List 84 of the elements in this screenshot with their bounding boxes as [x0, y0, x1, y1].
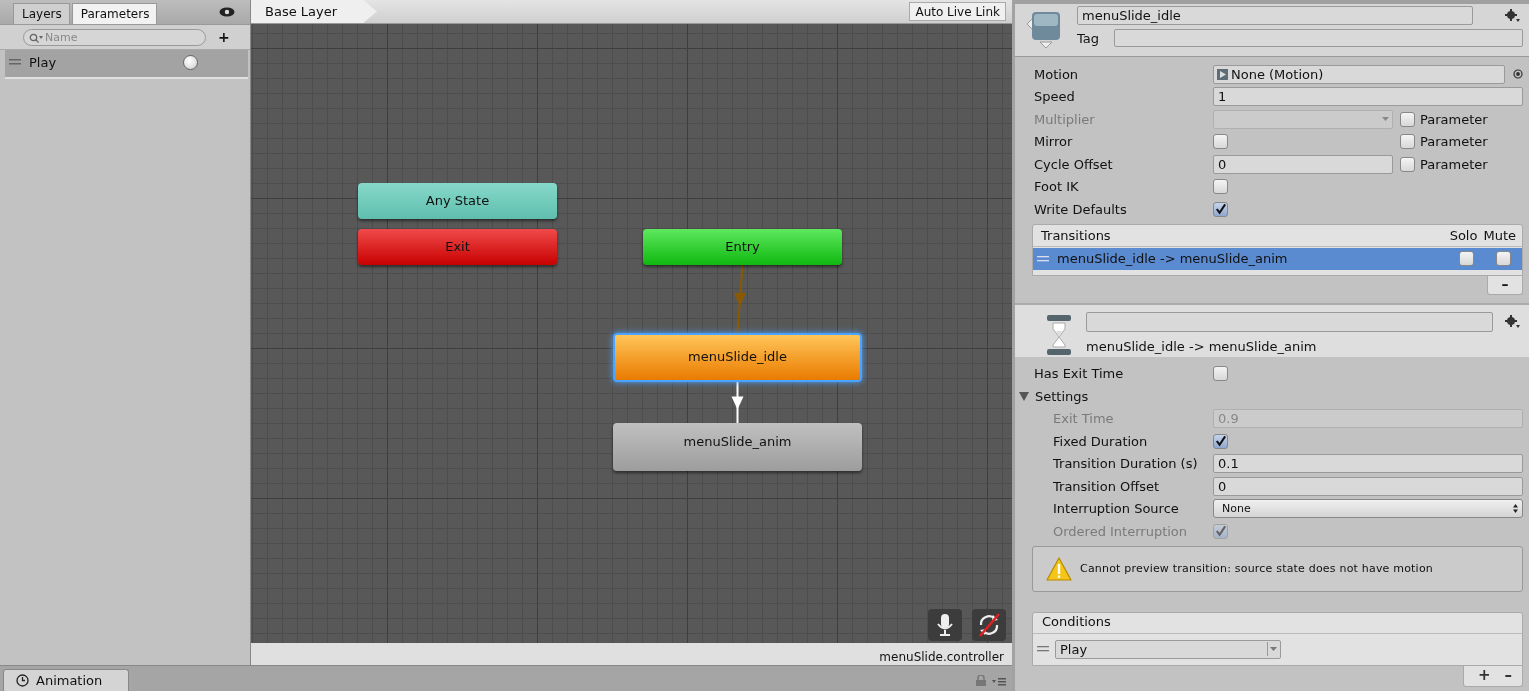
state-node[interactable]: menuSlide_anim — [613, 423, 862, 471]
drag-handle-icon[interactable] — [1037, 646, 1049, 652]
live-link-button[interactable]: Auto Live Link — [909, 2, 1006, 21]
property-label: Transition Duration (s) — [1052, 456, 1199, 472]
state-name-field[interactable]: menuSlide_idle — [1077, 6, 1473, 25]
column-header: Transitions — [1041, 227, 1111, 243]
column-header: Mute — [1483, 227, 1516, 243]
tab[interactable]: Layers — [13, 3, 70, 24]
transition-label: menuSlide_idle -> menuSlide_anim — [1057, 251, 1288, 266]
warning-icon — [1046, 556, 1072, 581]
checkbox[interactable] — [1213, 366, 1228, 382]
trigger-toggle[interactable] — [183, 54, 198, 70]
tab[interactable]: Parameters — [71, 3, 158, 24]
checkbox[interactable] — [1213, 201, 1228, 217]
checkbox-label: Parameter — [1420, 111, 1488, 127]
checkbox[interactable] — [1459, 251, 1474, 266]
object-field[interactable]: None (Motion) — [1213, 64, 1505, 84]
checkbox[interactable] — [1400, 156, 1415, 172]
tag-field[interactable] — [1114, 29, 1523, 47]
file-name: menuSlide.controller — [879, 650, 1004, 665]
lock-icon[interactable] — [976, 675, 986, 686]
property-label: Multiplier — [1034, 111, 1096, 127]
clock-icon — [16, 674, 29, 687]
drag-handle-icon[interactable] — [1037, 255, 1049, 262]
checkbox[interactable] — [1213, 433, 1228, 449]
property-label: Transition Offset — [1052, 478, 1161, 494]
state-node[interactable]: Exit — [358, 229, 557, 265]
settings-icon[interactable] — [1505, 314, 1521, 329]
dropdown[interactable]: Play — [1055, 639, 1281, 659]
property-label: Fixed Duration — [1052, 433, 1149, 449]
drag-handle-icon[interactable] — [9, 59, 21, 65]
settings-icon[interactable] — [1505, 8, 1521, 23]
checkbox[interactable] — [1400, 134, 1415, 150]
list-header: Conditions — [1033, 612, 1522, 634]
number-field[interactable]: 0 — [1213, 154, 1393, 174]
checkbox[interactable] — [1496, 251, 1511, 266]
eye-icon[interactable] — [219, 6, 235, 18]
checkbox-label: Parameter — [1420, 156, 1488, 172]
column-header: Solo — [1449, 227, 1478, 243]
foldout-arrow-icon[interactable] — [1019, 391, 1029, 401]
state-node[interactable]: Any State — [358, 183, 557, 219]
transition-title: menuSlide_idle -> menuSlide_anim — [1086, 338, 1318, 354]
property-label: Foot IK — [1034, 179, 1080, 195]
state-node[interactable]: menuSlide_idle — [613, 333, 862, 382]
transition-name-field[interactable] — [1086, 311, 1493, 332]
add-button[interactable]: + — [1477, 665, 1491, 686]
property-label: Exit Time — [1052, 411, 1115, 427]
sync-off-icon[interactable] — [972, 609, 1006, 641]
warning-message: Cannot preview transition: source state does not have motion — [1080, 562, 1433, 575]
transition-arrow[interactable] — [731, 381, 744, 424]
dropdown[interactable]: None — [1213, 499, 1523, 519]
breadcrumb[interactable]: Base Layer — [251, 0, 378, 23]
tag-label: Tag — [1077, 30, 1100, 46]
state-node[interactable]: Entry — [643, 229, 842, 265]
play-icon — [1217, 68, 1228, 80]
transition-arrow[interactable] — [734, 264, 746, 334]
checkbox[interactable] — [1213, 179, 1228, 195]
property-label: Mirror — [1034, 134, 1074, 150]
caret-icon — [1382, 117, 1389, 122]
checkbox[interactable] — [1213, 134, 1228, 150]
checkbox-label: Parameter — [1420, 134, 1488, 150]
property-label: Write Defaults — [1034, 201, 1128, 217]
property-label: Cycle Offset — [1034, 156, 1114, 172]
caret-icon — [1267, 642, 1280, 656]
add-button[interactable]: + — [218, 29, 230, 45]
search-icon[interactable] — [29, 32, 43, 43]
property-label: Motion — [1034, 66, 1080, 82]
property-label: Ordered Interruption — [1052, 523, 1189, 539]
animation-tab[interactable]: Animation — [3, 669, 129, 691]
microphone-icon[interactable] — [928, 609, 962, 641]
number-field[interactable]: 0 — [1213, 476, 1523, 496]
property-label: Interruption Source — [1052, 501, 1180, 517]
object-picker-icon[interactable] — [1513, 69, 1523, 80]
menu-icon[interactable] — [992, 678, 1006, 686]
transition-row[interactable]: menuSlide_idle -> menuSlide_anim — [1033, 247, 1522, 270]
remove-button[interactable]: – — [1504, 665, 1512, 686]
property-label: Speed — [1034, 89, 1076, 105]
search-field[interactable]: Name — [23, 28, 206, 46]
number-field[interactable]: 0.1 — [1213, 454, 1523, 474]
property-label: Has Exit Time — [1034, 366, 1125, 382]
number-field[interactable]: 1 — [1213, 87, 1523, 107]
up-down-arrows-icon — [1513, 504, 1518, 514]
foldout-label[interactable]: Settings — [1035, 388, 1214, 404]
parameter-name[interactable]: Play — [29, 54, 183, 70]
